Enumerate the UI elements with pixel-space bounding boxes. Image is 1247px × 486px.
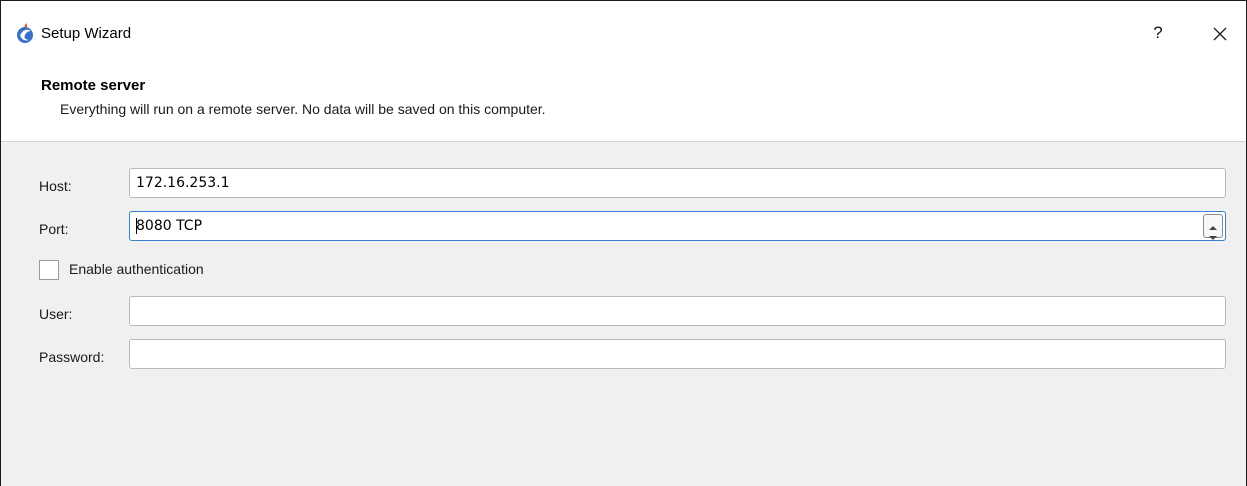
app-logo-icon bbox=[15, 23, 35, 45]
host-value: 172.16.253.1 bbox=[136, 175, 230, 191]
wizard-page-header: Remote server Everything will run on a r… bbox=[1, 65, 1246, 142]
page-title: Remote server bbox=[41, 77, 146, 94]
password-label: Password: bbox=[39, 349, 105, 365]
enable-authentication-label[interactable]: Enable authentication bbox=[69, 261, 204, 277]
form-area: Host: 172.16.253.1 Port: 8080 TCP Enable… bbox=[1, 142, 1246, 486]
help-button[interactable]: ? bbox=[1146, 21, 1170, 45]
port-label: Port: bbox=[39, 221, 69, 237]
password-input[interactable] bbox=[129, 339, 1226, 369]
window-title: Setup Wizard bbox=[41, 25, 132, 42]
user-input[interactable] bbox=[129, 296, 1226, 326]
port-decrement-button[interactable] bbox=[1204, 226, 1222, 240]
title-bar: Setup Wizard ? bbox=[1, 1, 1246, 65]
host-label: Host: bbox=[39, 178, 72, 194]
close-icon bbox=[1206, 27, 1234, 50]
port-increment-button[interactable] bbox=[1204, 215, 1222, 230]
user-label: User: bbox=[39, 306, 73, 322]
chevron-down-icon bbox=[1204, 232, 1222, 248]
host-input[interactable]: 172.16.253.1 bbox=[129, 168, 1226, 198]
close-button[interactable] bbox=[1206, 21, 1234, 47]
text-caret bbox=[136, 218, 137, 234]
port-value: 8080 TCP bbox=[136, 218, 203, 234]
setup-wizard-window: Setup Wizard ? Remote server Everything … bbox=[0, 0, 1247, 486]
page-subtitle: Everything will run on a remote server. … bbox=[60, 101, 546, 117]
port-spinbox[interactable]: 8080 TCP bbox=[129, 211, 1226, 241]
port-spin-buttons bbox=[1203, 214, 1223, 240]
enable-authentication-checkbox[interactable] bbox=[39, 260, 59, 280]
